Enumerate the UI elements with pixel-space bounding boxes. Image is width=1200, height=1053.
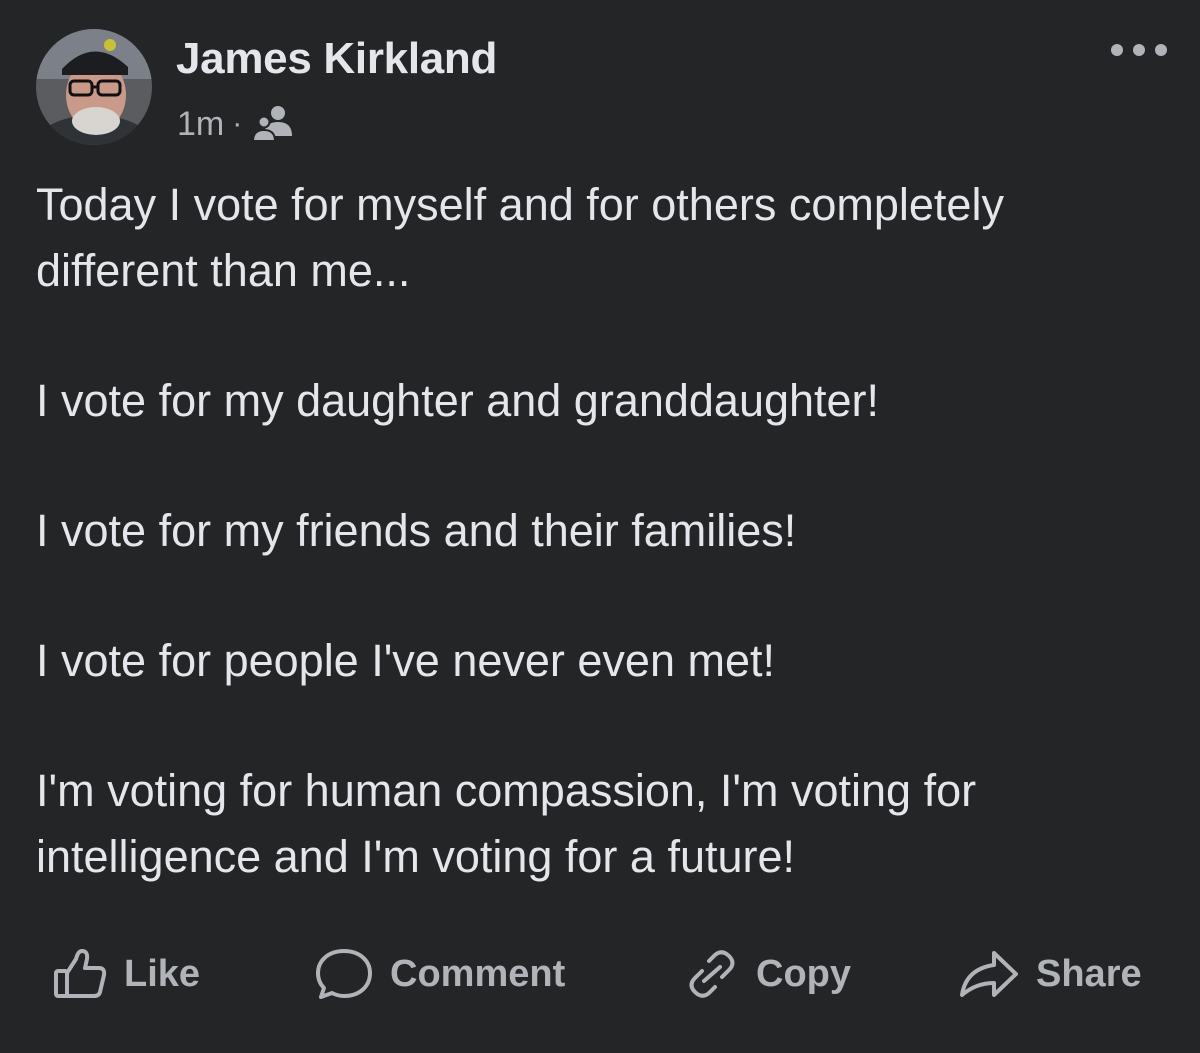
more-options-icon	[1111, 44, 1167, 56]
avatar-photo	[36, 29, 152, 145]
friends-icon[interactable]	[252, 104, 298, 144]
post-paragraph: I vote for my friends and their families…	[36, 505, 797, 556]
post-meta: 1m ·	[177, 104, 298, 144]
author-name[interactable]: James Kirkland	[176, 34, 497, 84]
post-actions-bar: Like Comment Copy Share	[0, 938, 1200, 1010]
like-label: Like	[124, 952, 201, 995]
avatar[interactable]	[36, 29, 152, 145]
share-arrow-icon	[958, 947, 1020, 1001]
more-options-button[interactable]	[1104, 30, 1174, 70]
post-timestamp[interactable]: 1m	[177, 105, 224, 144]
post-text: Today I vote for myself and for others c…	[36, 172, 1176, 890]
post-paragraph: I vote for people I've never even met!	[36, 635, 776, 686]
post-paragraph: I vote for my daughter and granddaughter…	[36, 375, 880, 426]
thumbs-up-icon	[52, 947, 108, 1001]
post-paragraph: Today I vote for myself and for others c…	[36, 179, 1004, 296]
post-paragraph: I'm voting for human compassion, I'm vot…	[36, 765, 977, 882]
comment-label: Comment	[390, 952, 566, 995]
speech-bubble-icon	[314, 947, 374, 1001]
post-card: James Kirkland 1m · Today I vote for mys…	[0, 0, 1200, 1053]
like-button[interactable]: Like	[52, 938, 200, 1010]
copy-label: Copy	[756, 952, 851, 995]
link-icon	[684, 947, 740, 1001]
meta-separator: ·	[232, 107, 243, 140]
copy-link-button[interactable]: Copy	[684, 938, 851, 1010]
comment-button[interactable]: Comment	[314, 938, 565, 1010]
share-label: Share	[1036, 952, 1142, 995]
share-button[interactable]: Share	[958, 938, 1142, 1010]
